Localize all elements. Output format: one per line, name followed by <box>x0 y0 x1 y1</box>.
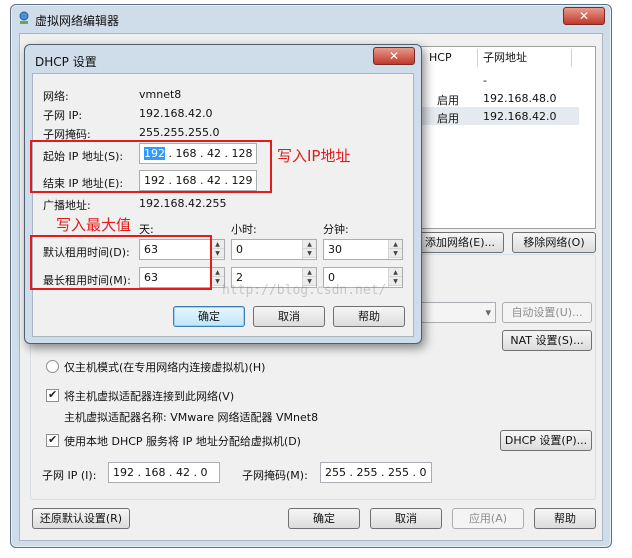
minutes-label: 分钟: <box>323 223 349 236</box>
default-minutes-input[interactable]: 30 ▲ ▼ <box>323 239 403 260</box>
column-divider <box>571 49 572 67</box>
network-icon <box>19 11 29 24</box>
broadcast-label: 广播地址: <box>43 199 91 212</box>
chevron-down-icon: ▾ <box>485 306 491 319</box>
table-cell: 192.168.48.0 <box>483 92 557 105</box>
auto-settings-button[interactable]: 自动设置(U)... <box>502 302 592 323</box>
dialog-help-button[interactable]: 帮助 <box>333 306 405 327</box>
spin-buttons[interactable]: ▲ ▼ <box>210 240 224 259</box>
table-cell: 启用 <box>437 94 459 107</box>
subnet-mask-value: 255.255.255.0 <box>139 126 220 139</box>
host-only-radio[interactable] <box>46 360 59 373</box>
dhcp-settings-dialog: DHCP 设置 ✕ 网络: vmnet8 子网 IP: 192.168.42.0… <box>24 44 422 344</box>
column-header-subnet[interactable]: 子网地址 <box>483 47 527 69</box>
column-header-dhcp[interactable]: HCP <box>429 47 452 69</box>
up-arrow-icon[interactable]: ▲ <box>389 268 402 277</box>
down-arrow-icon[interactable]: ▼ <box>389 249 402 258</box>
dialog-ok-button[interactable]: 确定 <box>173 306 245 327</box>
checkmark-icon: ✔ <box>48 433 58 446</box>
network-label: 网络: <box>43 90 69 103</box>
hours-label: 小时: <box>231 223 257 236</box>
network-value: vmnet8 <box>139 88 182 101</box>
annotation-box-ip <box>30 140 272 193</box>
host-only-label: 仅主机模式(在专用网络内连接虚拟机)(H) <box>64 361 266 374</box>
spin-buttons[interactable]: ▲ ▼ <box>302 240 316 259</box>
subnet-ip-input[interactable]: 192 . 168 . 42 . 0 <box>108 462 220 483</box>
ok-button[interactable]: 确定 <box>288 508 360 529</box>
annotation-write-max: 写入最大值 <box>56 216 132 234</box>
window-title: 虚拟网络编辑器 <box>35 14 120 28</box>
nat-settings-button[interactable]: NAT 设置(S)... <box>502 330 592 351</box>
up-arrow-icon[interactable]: ▲ <box>211 240 224 249</box>
up-arrow-icon[interactable]: ▲ <box>211 268 224 277</box>
table-cell: - <box>483 74 487 87</box>
annotation-box-lease <box>30 235 212 290</box>
connect-adapter-label: 将主机虚拟适配器连接到此网络(V) <box>64 390 235 403</box>
up-arrow-icon[interactable]: ▲ <box>303 268 316 277</box>
up-arrow-icon[interactable]: ▲ <box>303 240 316 249</box>
add-network-button[interactable]: 添加网络(E)... <box>416 232 504 253</box>
input-value: 0 <box>236 243 243 256</box>
remove-network-button[interactable]: 移除网络(O) <box>512 232 596 253</box>
apply-button[interactable]: 应用(A) <box>452 508 524 529</box>
table-cell: 192.168.42.0 <box>483 110 557 123</box>
watermark: http://blog.csdn.net/ <box>222 283 387 298</box>
use-dhcp-label: 使用本地 DHCP 服务将 IP 地址分配给虚拟机(D) <box>64 435 301 448</box>
subnet-ip-label: 子网 IP: <box>43 109 83 122</box>
down-arrow-icon[interactable]: ▼ <box>389 277 402 286</box>
dialog-cancel-button[interactable]: 取消 <box>253 306 325 327</box>
help-button[interactable]: 帮助 <box>534 508 596 529</box>
spin-buttons[interactable]: ▲ ▼ <box>388 268 402 287</box>
dialog-title: DHCP 设置 <box>35 55 97 69</box>
subnet-mask-label: 子网掩码(M): <box>242 469 308 482</box>
subnet-ip-value: 192.168.42.0 <box>139 107 213 120</box>
close-button[interactable]: ✕ <box>563 7 605 25</box>
subnet-ip-label: 子网 IP (I): <box>42 469 97 482</box>
dhcp-settings-button[interactable]: DHCP 设置(P)... <box>500 430 592 451</box>
dialog-close-button[interactable]: ✕ <box>373 47 415 65</box>
cancel-button[interactable]: 取消 <box>370 508 442 529</box>
spin-buttons[interactable]: ▲ ▼ <box>388 240 402 259</box>
down-arrow-icon[interactable]: ▼ <box>211 249 224 258</box>
table-cell: 启用 <box>437 112 459 125</box>
checkmark-icon: ✔ <box>48 388 58 401</box>
input-value: 30 <box>328 243 342 256</box>
up-arrow-icon[interactable]: ▲ <box>389 240 402 249</box>
subnet-mask-input[interactable]: 255 . 255 . 255 . 0 <box>320 462 432 483</box>
down-arrow-icon[interactable]: ▼ <box>303 249 316 258</box>
annotation-write-ip: 写入IP地址 <box>277 147 351 165</box>
default-hours-input[interactable]: 0 ▲ ▼ <box>231 239 317 260</box>
bridge-adapter-select[interactable]: ▾ <box>416 302 496 323</box>
use-dhcp-checkbox[interactable]: ✔ <box>46 433 59 447</box>
column-divider <box>477 49 478 67</box>
restore-defaults-button[interactable]: 还原默认设置(R) <box>32 508 130 529</box>
adapter-name-label: 主机虚拟适配器名称: VMware 网络适配器 VMnet8 <box>64 411 319 424</box>
broadcast-value: 192.168.42.255 <box>139 197 227 210</box>
connect-adapter-checkbox[interactable]: ✔ <box>46 388 59 402</box>
